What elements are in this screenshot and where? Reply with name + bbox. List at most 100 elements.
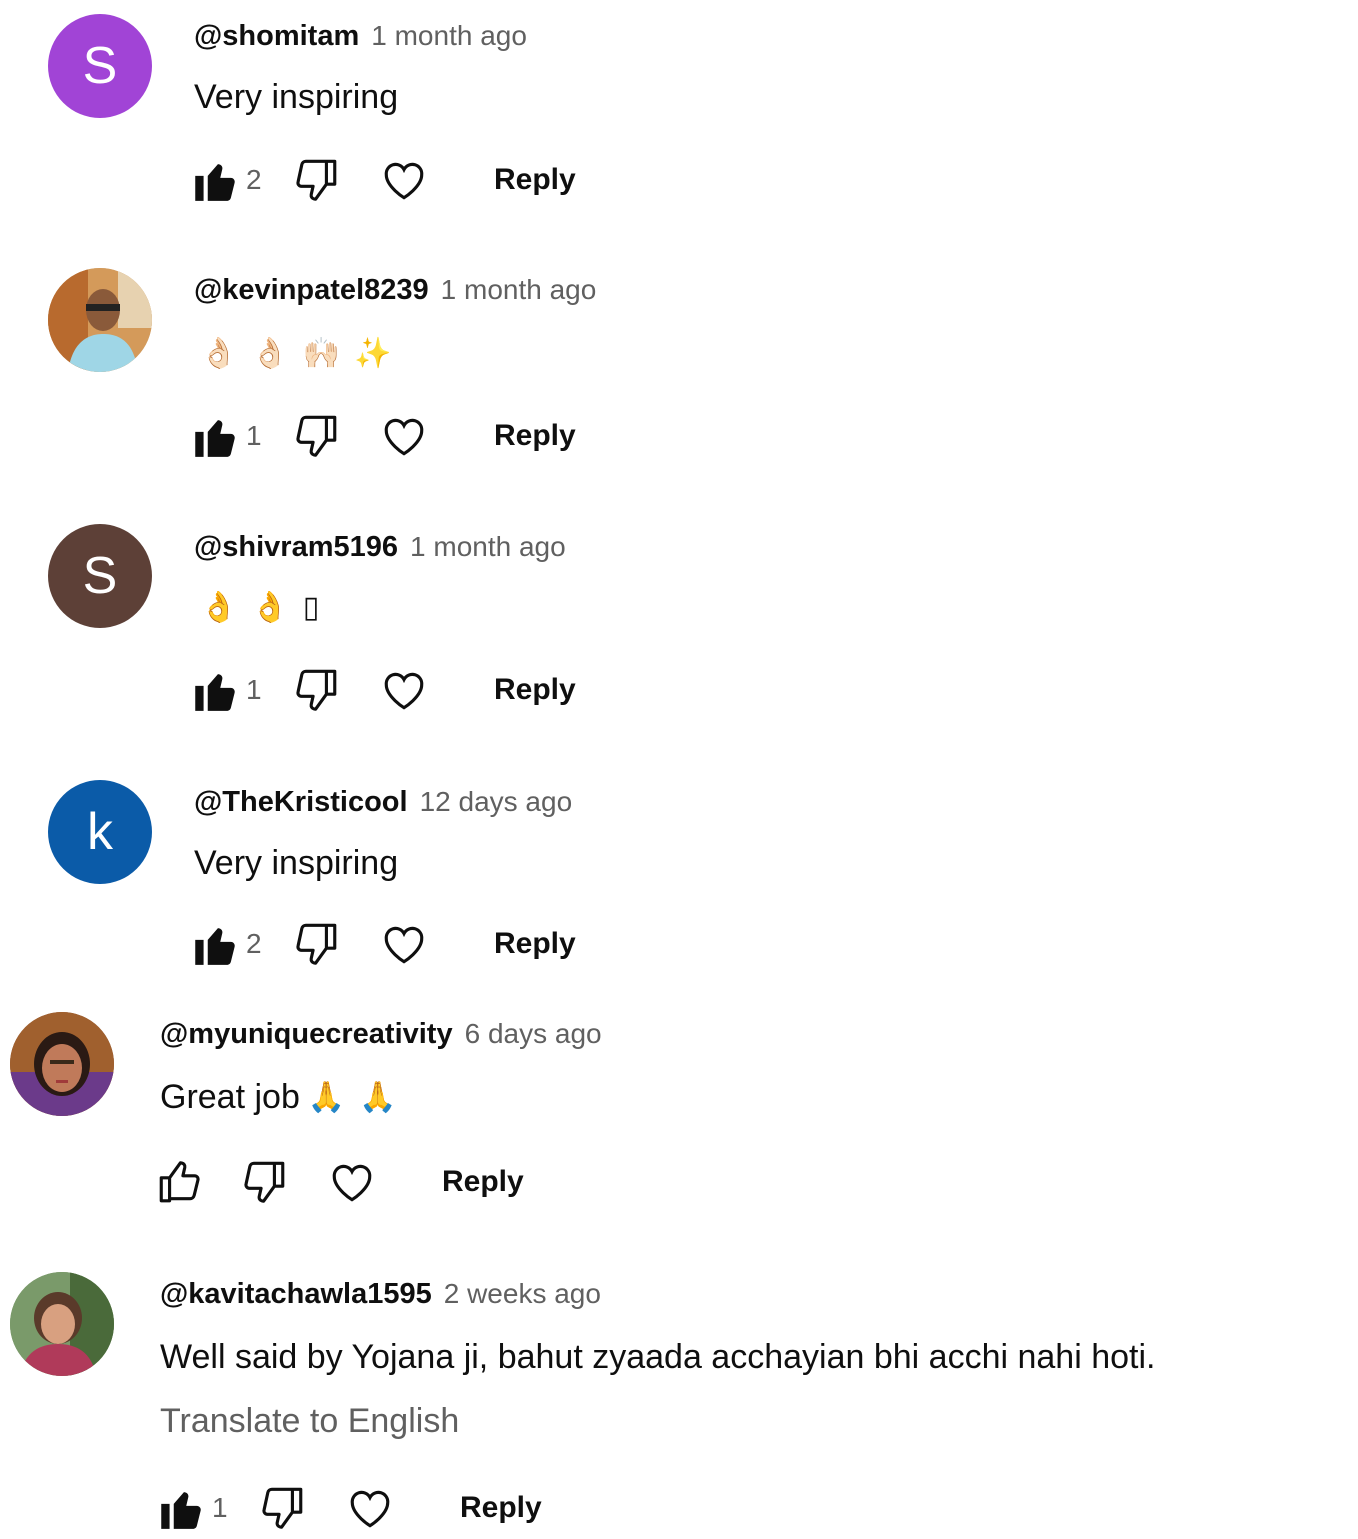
avatar-letter: k [87, 803, 113, 861]
avatar-photo [48, 268, 152, 372]
like-count: 1 [246, 420, 262, 451]
like-count: 2 [246, 928, 262, 959]
thumb-down-outline-icon [296, 415, 337, 457]
reply-button[interactable]: Reply [494, 673, 576, 707]
thumb-up-filled-icon [195, 674, 235, 711]
translate-link[interactable]: Translate to English [160, 1402, 459, 1441]
comment-actions: 1 Reply [154, 1478, 542, 1538]
reply-button[interactable]: Reply [460, 1491, 542, 1525]
emoji: 🙌🏻 [302, 337, 341, 370]
heart-outline-icon [384, 926, 424, 964]
dislike-button[interactable] [290, 410, 342, 462]
thumb-down-outline-icon [296, 923, 337, 965]
author-handle[interactable]: @kavitachawla1595 [160, 1278, 432, 1311]
reply-button[interactable]: Reply [494, 927, 576, 961]
comment-text: Well said by Yojana ji, bahut zyaada acc… [160, 1338, 1156, 1376]
heart-button[interactable] [344, 1482, 396, 1534]
emoji: 🙏 [307, 1081, 346, 1114]
comment-actions: 2 Reply [188, 150, 576, 210]
comment-time[interactable]: 1 month ago [441, 274, 597, 306]
comment-header: @kavitachawla1595 2 weeks ago [160, 1274, 601, 1314]
heart-outline-icon [332, 1164, 372, 1202]
heart-outline-icon [384, 672, 424, 710]
avatar-letter: S [82, 547, 118, 605]
author-handle[interactable]: @kevinpatel8239 [194, 274, 429, 307]
emoji: ✨ [354, 337, 392, 370]
heart-outline-icon [384, 162, 424, 200]
comment-header: @shomitam 1 month ago [194, 16, 527, 56]
comment-actions: 1 Reply [188, 660, 576, 720]
comment-text: Very inspiring [194, 78, 399, 116]
like-button[interactable] [154, 1482, 206, 1534]
like-button[interactable] [188, 154, 240, 206]
emoji: 👌🏻 [200, 337, 238, 370]
avatar[interactable] [48, 268, 152, 372]
like-count: 1 [212, 1492, 228, 1523]
author-handle[interactable]: @shomitam [194, 20, 359, 53]
like-button[interactable] [188, 664, 240, 716]
author-handle[interactable]: @shivram5196 [194, 531, 398, 564]
comment-actions: Reply [154, 1152, 524, 1212]
comment-text: Very inspiring [194, 844, 399, 882]
author-handle[interactable]: @myuniquecreativity [160, 1018, 453, 1051]
thumb-down-outline-icon [262, 1487, 303, 1529]
reply-button[interactable]: Reply [442, 1165, 524, 1199]
thumb-up-filled-icon [195, 420, 235, 457]
dislike-button[interactable] [238, 1156, 290, 1208]
avatar[interactable]: S [48, 14, 152, 118]
reply-button[interactable]: Reply [494, 163, 576, 197]
avatar-photo [10, 1272, 114, 1376]
like-button[interactable] [188, 918, 240, 970]
avatar-photo [10, 1012, 114, 1116]
thumb-up-filled-icon [195, 928, 235, 965]
comment-text: Great job 🙏 🙏 [160, 1078, 411, 1117]
comment-time[interactable]: 1 month ago [371, 20, 527, 52]
comment-text: 👌🏻 👌🏻 🙌🏻 ✨ [200, 336, 405, 371]
avatar-letter: S [82, 37, 118, 95]
thumb-up-outline-icon [159, 1161, 200, 1203]
emoji: 🙏 [359, 1081, 397, 1114]
heart-button[interactable] [378, 154, 430, 206]
comment-time[interactable]: 1 month ago [410, 531, 566, 563]
like-button[interactable] [188, 410, 240, 462]
reply-button[interactable]: Reply [494, 419, 576, 453]
thumb-up-filled-icon [161, 1492, 201, 1529]
heart-button[interactable] [378, 664, 430, 716]
comment-header: @shivram5196 1 month ago [194, 527, 566, 567]
emoji: ▯ [302, 591, 320, 624]
avatar[interactable]: k [48, 780, 152, 884]
heart-outline-icon [384, 418, 424, 456]
thumb-down-outline-icon [296, 669, 337, 711]
comment-text-content: Great job [160, 1078, 300, 1116]
heart-button[interactable] [378, 410, 430, 462]
author-handle[interactable]: @TheKristicool [194, 786, 408, 819]
comment-header: @myuniquecreativity 6 days ago [160, 1014, 602, 1054]
emoji: 👌 [251, 591, 289, 624]
comment-time[interactable]: 2 weeks ago [444, 1278, 601, 1310]
like-button[interactable] [154, 1156, 206, 1208]
comment-actions: 2 Reply [188, 914, 576, 974]
dislike-button[interactable] [256, 1482, 308, 1534]
avatar[interactable]: S [48, 524, 152, 628]
comment-time[interactable]: 6 days ago [465, 1018, 602, 1050]
heart-outline-icon [350, 1490, 390, 1528]
comment-header: @kevinpatel8239 1 month ago [194, 270, 596, 310]
dislike-button[interactable] [290, 664, 342, 716]
thumb-up-filled-icon [195, 164, 235, 201]
avatar[interactable] [10, 1272, 114, 1376]
emoji: 👌🏻 [251, 337, 289, 370]
dislike-button[interactable] [290, 918, 342, 970]
heart-button[interactable] [326, 1156, 378, 1208]
comment-time[interactable]: 12 days ago [420, 786, 573, 818]
emoji: 👌 [200, 591, 238, 624]
comment-text: 👌 👌 ▯ [200, 590, 333, 625]
comment-actions: 1 Reply [188, 406, 576, 466]
dislike-button[interactable] [290, 154, 342, 206]
thumb-down-outline-icon [244, 1161, 285, 1203]
comment-header: @TheKristicool 12 days ago [194, 782, 572, 822]
heart-button[interactable] [378, 918, 430, 970]
like-count: 1 [246, 674, 262, 705]
avatar[interactable] [10, 1012, 114, 1116]
like-count: 2 [246, 164, 262, 195]
thumb-down-outline-icon [296, 159, 337, 201]
